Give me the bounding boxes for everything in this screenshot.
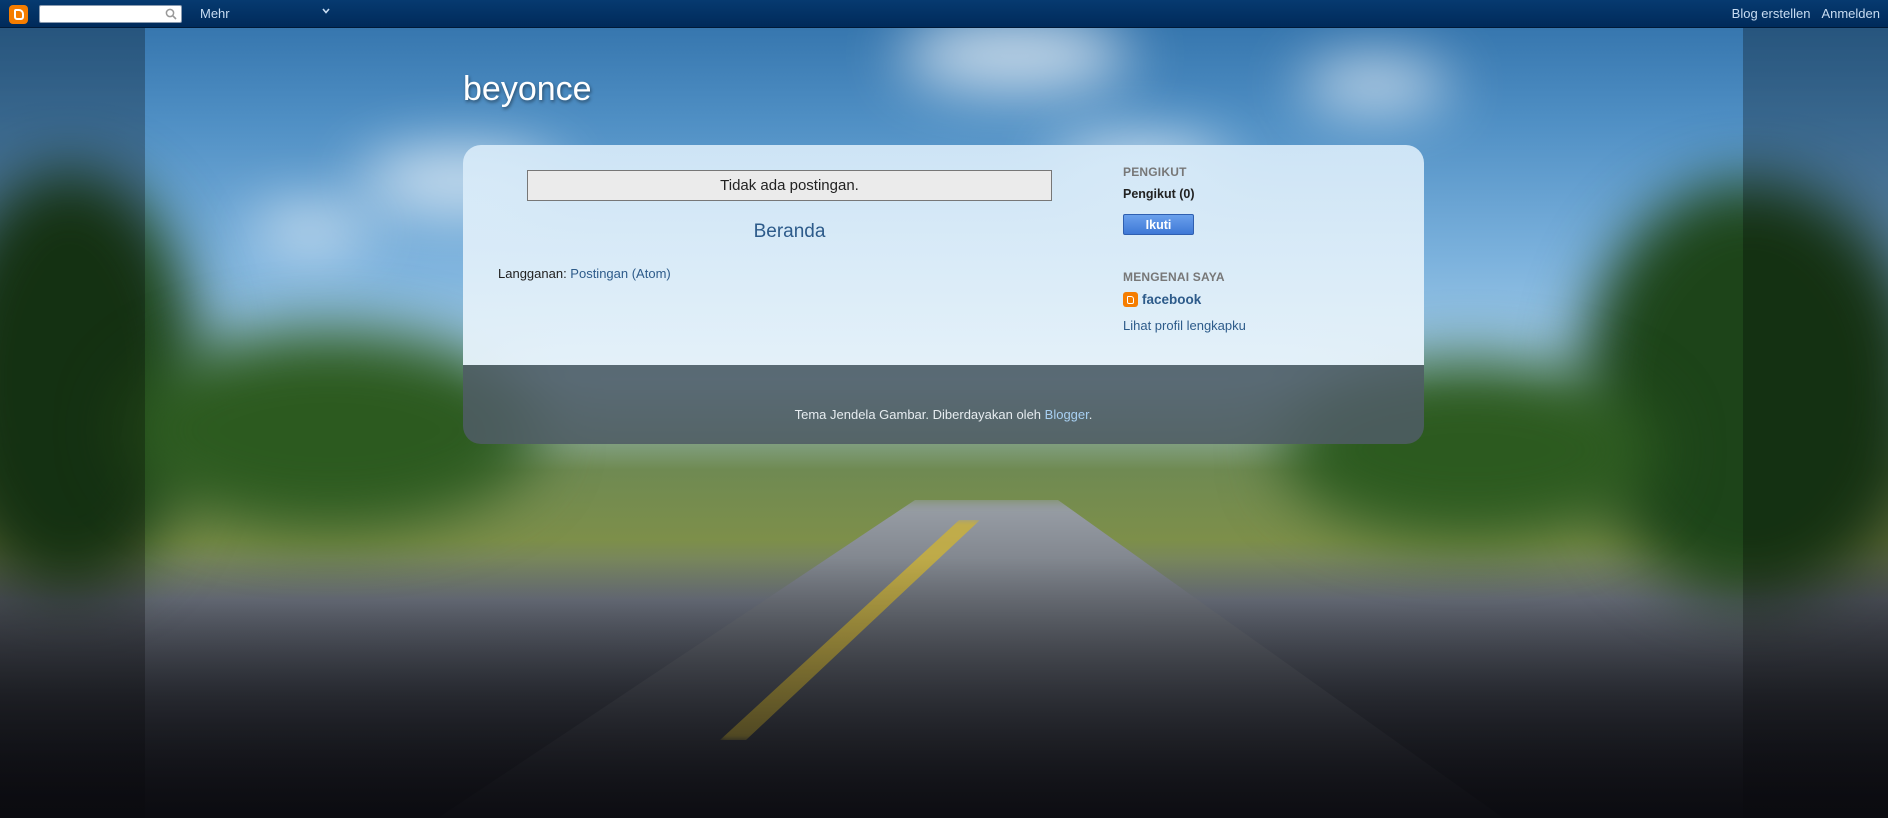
follow-button[interactable]: Ikuti <box>1123 214 1194 235</box>
profile-row: facebook <box>1123 292 1403 307</box>
attribution-period: . <box>1088 407 1093 422</box>
more-dropdown[interactable]: Mehr <box>200 6 230 21</box>
sign-in-link[interactable]: Anmelden <box>1821 6 1880 21</box>
followers-widget-title: PENGIKUT <box>1123 165 1187 179</box>
followers-count: Pengikut (0) <box>1123 187 1195 201</box>
attribution: Tema Jendela Gambar. Diberdayakan oleh B… <box>463 407 1424 422</box>
blog-title[interactable]: beyonce <box>463 70 592 109</box>
home-link[interactable]: Beranda <box>463 221 1116 243</box>
blogger-logo-icon[interactable] <box>9 5 28 24</box>
navbar-right-links: Blog erstellen Anmelden <box>1732 6 1880 21</box>
search-icon[interactable] <box>165 8 177 20</box>
create-blog-link[interactable]: Blog erstellen <box>1732 6 1811 21</box>
no-posts-message: Tidak ada postingan. <box>527 170 1052 201</box>
attribution-text: Tema Jendela Gambar. Diberdayakan oleh <box>794 407 1045 422</box>
about-widget-title: MENGENAI SAYA <box>1123 270 1225 284</box>
full-profile-link[interactable]: Lihat profil lengkapku <box>1123 318 1403 333</box>
profile-name-link[interactable]: facebook <box>1142 292 1201 307</box>
blogger-navbar: Mehr Blog erstellen Anmelden <box>0 0 1888 28</box>
panel-footer: Tema Jendela Gambar. Diberdayakan oleh B… <box>463 365 1424 444</box>
search-input[interactable] <box>40 7 160 23</box>
chevron-down-icon[interactable] <box>321 6 331 16</box>
content-panel: Tidak ada postingan. Beranda Langganan: … <box>463 145 1424 444</box>
blogger-link[interactable]: Blogger <box>1045 407 1089 422</box>
blogger-profile-icon <box>1123 292 1138 307</box>
subscribe-label: Langganan: <box>498 266 571 281</box>
panel-body: Tidak ada postingan. Beranda Langganan: … <box>463 145 1424 365</box>
atom-feed-link[interactable]: Postingan (Atom) <box>570 266 670 281</box>
navbar-search-box <box>39 5 182 23</box>
subscribe-line: Langganan: Postingan (Atom) <box>498 266 671 281</box>
sidebar: PENGIKUT Pengikut (0) Ikuti MENGENAI SAY… <box>1123 165 1403 333</box>
